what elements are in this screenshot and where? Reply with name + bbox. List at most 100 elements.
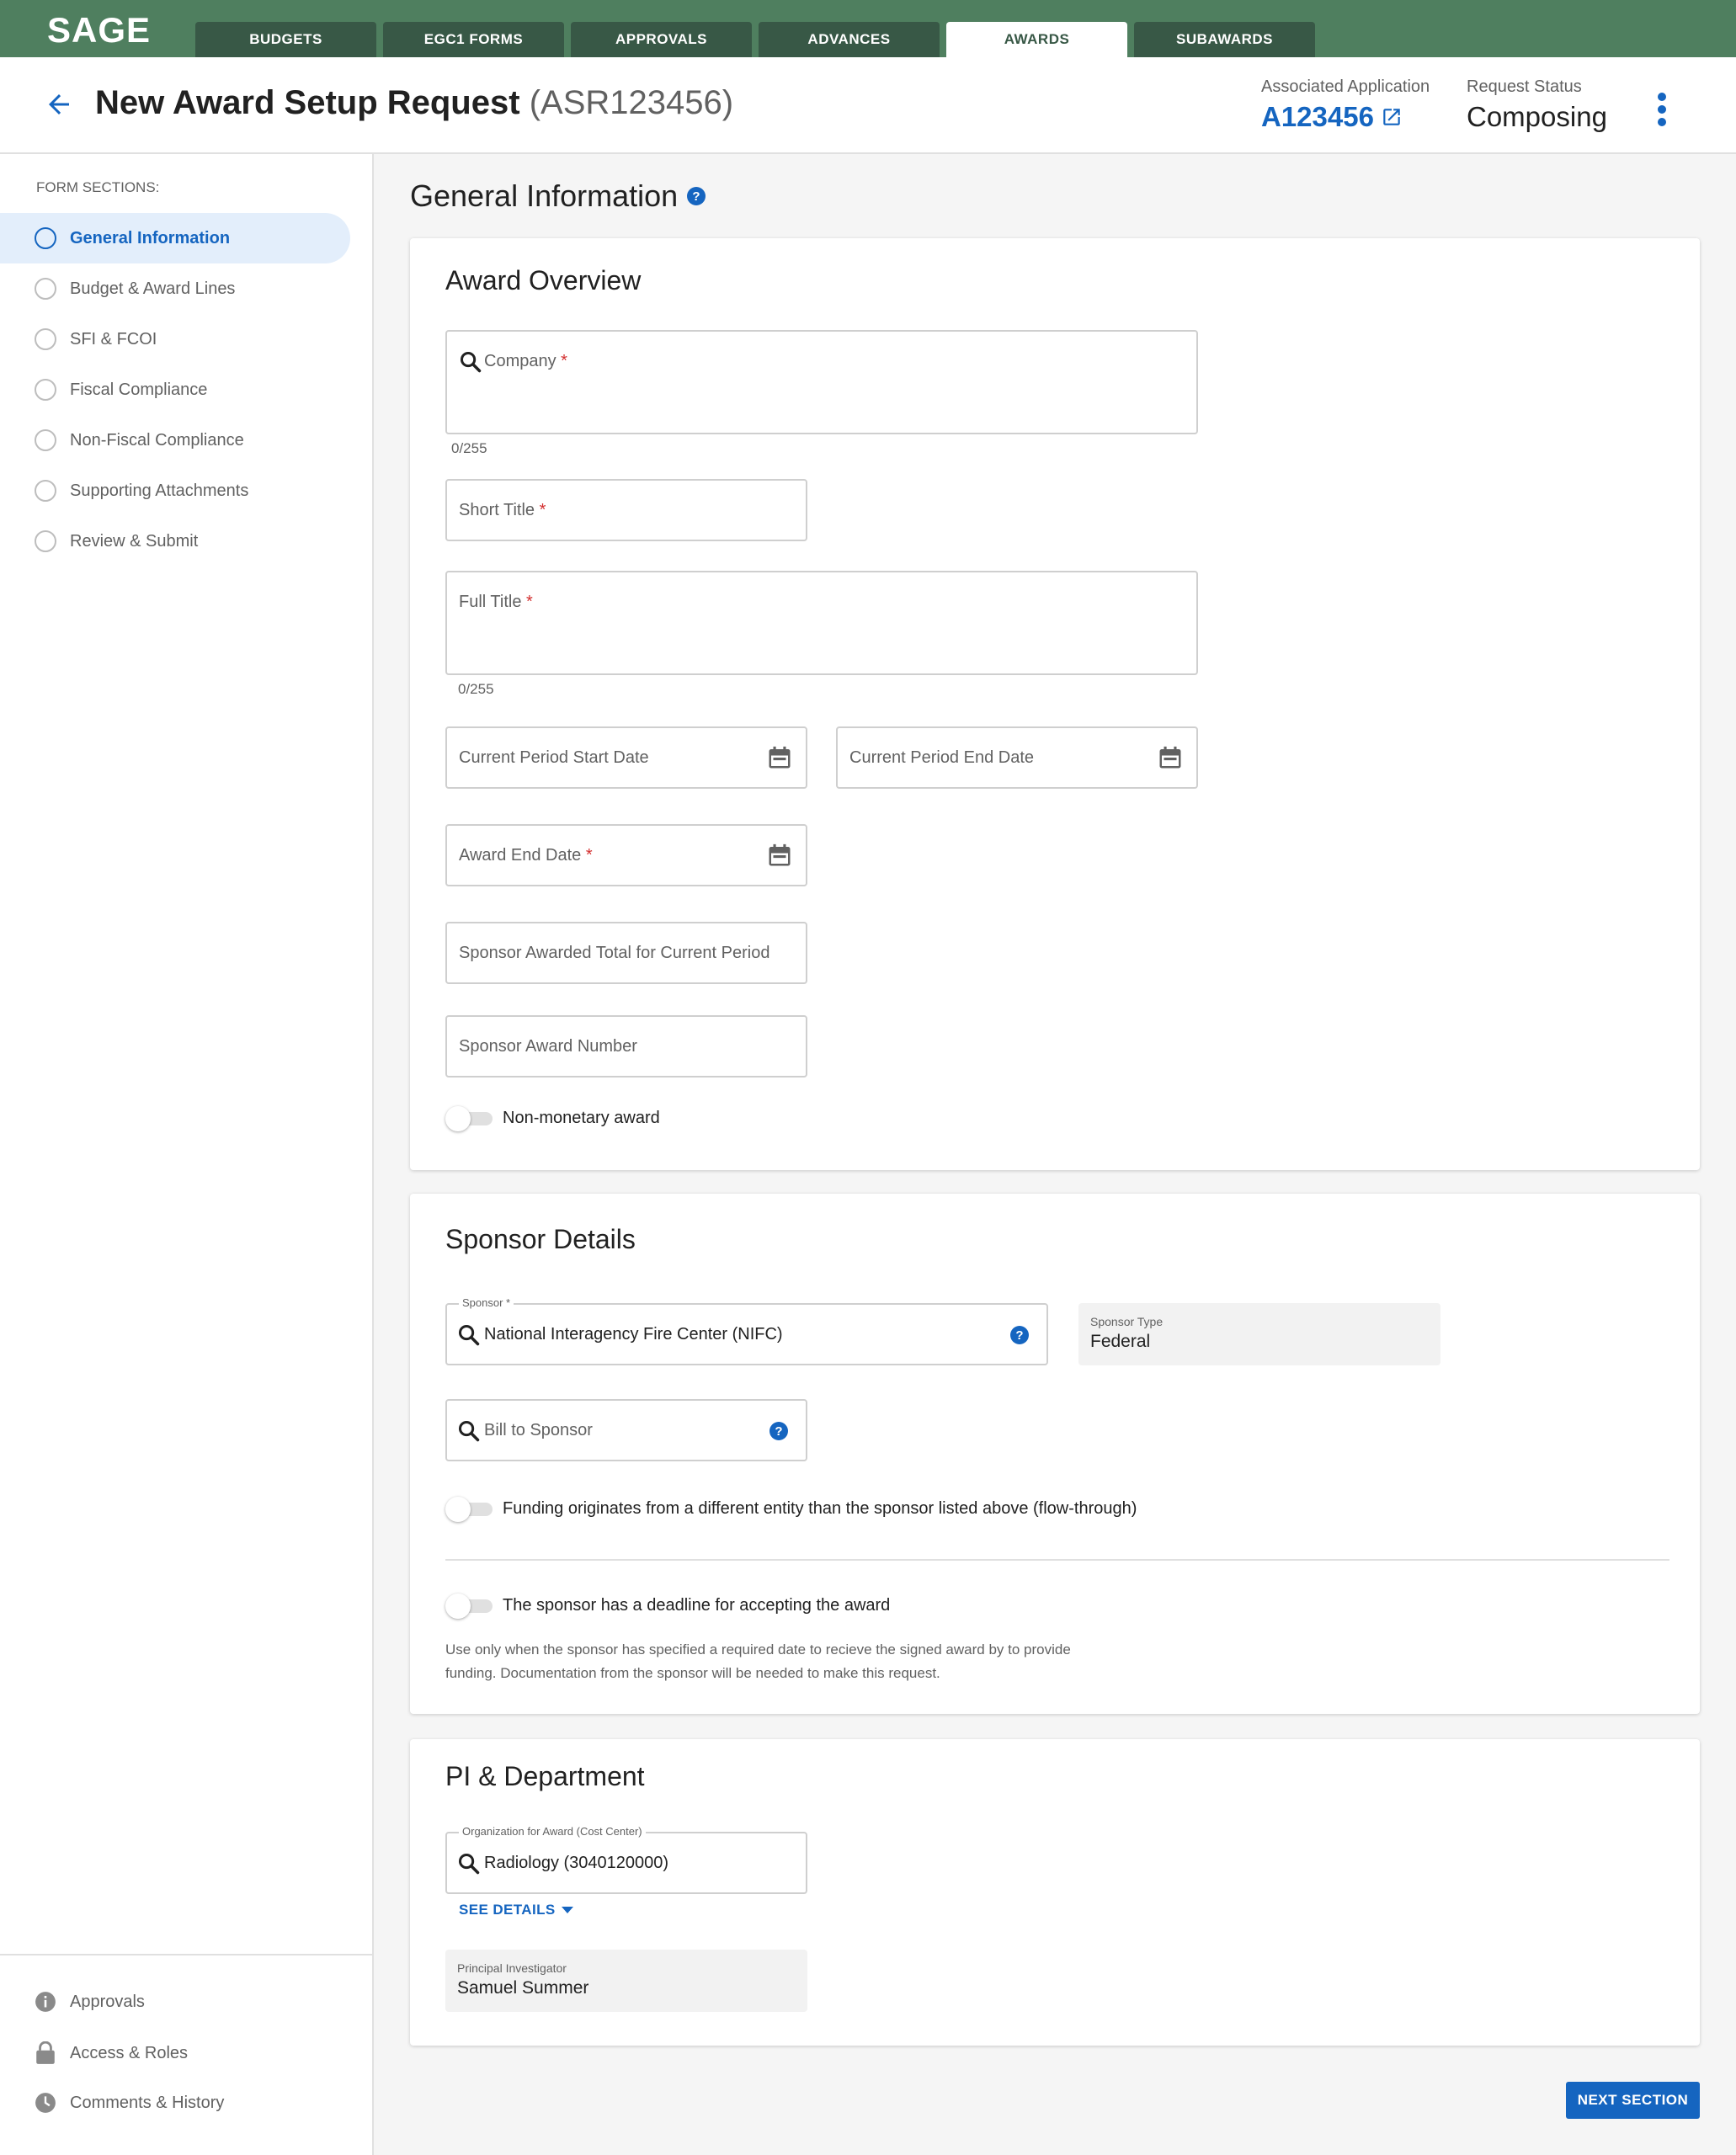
tab-budgets[interactable]: BUDGETS bbox=[195, 22, 376, 57]
award-end-date-input[interactable]: Award End Date * bbox=[445, 824, 807, 886]
search-icon bbox=[458, 1853, 480, 1875]
organization-input[interactable]: Organization for Award (Cost Center) Rad… bbox=[445, 1825, 807, 1894]
associated-application-value[interactable]: A123456 bbox=[1261, 101, 1374, 133]
required-asterisk: * bbox=[539, 501, 546, 519]
section-title-text: General Information bbox=[410, 178, 679, 213]
sponsor-award-number-input[interactable]: Sponsor Award Number bbox=[445, 1015, 807, 1078]
radio-icon bbox=[35, 480, 56, 502]
short-title-input[interactable]: Short Title * bbox=[445, 479, 807, 541]
request-status-label: Request Status bbox=[1467, 77, 1582, 96]
sidebar-approvals-link[interactable]: Approvals bbox=[35, 1991, 145, 2013]
svg-text:?: ? bbox=[775, 1424, 782, 1439]
full-title-char-counter: 0/255 bbox=[458, 681, 494, 697]
company-input[interactable]: Company * bbox=[445, 330, 1198, 434]
see-details-button[interactable]: SEE DETAILS bbox=[459, 1902, 574, 1918]
help-icon[interactable]: ? bbox=[769, 1421, 789, 1441]
sidebar: FORM SECTIONS: General Information Budge… bbox=[0, 154, 374, 2155]
more-options-icon[interactable] bbox=[1652, 91, 1672, 128]
organization-floating-label: Organization for Award (Cost Center) bbox=[459, 1825, 646, 1838]
tab-awards[interactable]: AWARDS bbox=[946, 22, 1127, 57]
sponsor-input[interactable]: Sponsor * National Interagency Fire Cent… bbox=[445, 1296, 1048, 1365]
bill-to-sponsor-label: Bill to Sponsor bbox=[484, 1421, 593, 1439]
radio-icon bbox=[35, 429, 56, 451]
sidebar-item-label: Review & Submit bbox=[70, 531, 199, 551]
flow-through-label: Funding originates from a different enti… bbox=[503, 1498, 1137, 1518]
sidebar-comments-history-link[interactable]: Comments & History bbox=[35, 2092, 224, 2114]
tab-subawards[interactable]: SUBAWARDS bbox=[1134, 22, 1315, 57]
radio-icon bbox=[35, 278, 56, 300]
sponsor-type-value: Federal bbox=[1090, 1332, 1151, 1351]
sidebar-item-budget-award-lines[interactable]: Budget & Award Lines bbox=[0, 263, 350, 314]
request-id: (ASR123456) bbox=[529, 84, 734, 121]
non-monetary-toggle-row: Non-monetary award bbox=[445, 1104, 660, 1131]
sidebar-item-sfi-fcoi[interactable]: SFI & FCOI bbox=[0, 314, 350, 364]
bill-to-sponsor-input[interactable]: Bill to Sponsor ? bbox=[445, 1399, 807, 1461]
search-icon bbox=[460, 351, 482, 373]
sidebar-item-label: Budget & Award Lines bbox=[70, 279, 236, 298]
sidebar-item-supporting-attachments[interactable]: Supporting Attachments bbox=[0, 466, 350, 516]
sidebar-item-label: Fiscal Compliance bbox=[70, 380, 208, 399]
calendar-icon[interactable] bbox=[767, 843, 792, 868]
full-title-label: Full Title * bbox=[459, 593, 533, 612]
sponsor-award-number-label: Sponsor Award Number bbox=[459, 1037, 637, 1056]
tab-advances[interactable]: ADVANCES bbox=[759, 22, 940, 57]
lock-icon bbox=[36, 2041, 55, 2064]
flow-through-toggle[interactable] bbox=[445, 1495, 494, 1522]
back-arrow-icon[interactable] bbox=[44, 89, 74, 120]
sidebar-comments-history-label: Comments & History bbox=[70, 2093, 225, 2112]
current-period-end-date-input[interactable]: Current Period End Date bbox=[836, 726, 1198, 789]
start-date-label: Current Period Start Date bbox=[459, 748, 649, 767]
sidebar-item-non-fiscal-compliance[interactable]: Non-Fiscal Compliance bbox=[0, 415, 350, 466]
radio-icon bbox=[35, 530, 56, 552]
pi-department-card: PI & Department Organization for Award (… bbox=[410, 1739, 1700, 2046]
sponsor-floating-label: Sponsor * bbox=[459, 1296, 514, 1309]
organization-value: Radiology (3040120000) bbox=[484, 1854, 669, 1872]
tab-egc1-forms[interactable]: EGC1 FORMS bbox=[383, 22, 564, 57]
tab-approvals[interactable]: APPROVALS bbox=[571, 22, 752, 57]
sponsor-awarded-total-input[interactable]: Sponsor Awarded Total for Current Period bbox=[445, 922, 807, 984]
request-status-value: Composing bbox=[1467, 101, 1607, 132]
next-section-button[interactable]: NEXT SECTION bbox=[1566, 2082, 1700, 2119]
help-icon[interactable]: ? bbox=[1009, 1325, 1030, 1345]
associated-application-link[interactable]: A123456 bbox=[1261, 101, 1403, 133]
flow-through-toggle-row: Funding originates from a different enti… bbox=[445, 1495, 1137, 1522]
sidebar-access-roles-link[interactable]: Access & Roles bbox=[35, 2041, 188, 2065]
sidebar-item-general-information[interactable]: General Information bbox=[0, 213, 350, 263]
award-end-date-label-text: Award End Date bbox=[459, 846, 582, 865]
principal-investigator-label: Principal Investigator bbox=[457, 1961, 567, 1975]
sidebar-approvals-label: Approvals bbox=[70, 1992, 145, 2011]
non-monetary-toggle[interactable] bbox=[445, 1104, 494, 1131]
calendar-icon[interactable] bbox=[1158, 745, 1183, 770]
sidebar-item-review-submit[interactable]: Review & Submit bbox=[0, 516, 350, 567]
sponsor-awarded-total-label: Sponsor Awarded Total for Current Period bbox=[459, 944, 770, 962]
short-title-label-text: Short Title bbox=[459, 501, 535, 519]
required-asterisk: * bbox=[585, 846, 593, 865]
award-overview-title: Award Overview bbox=[445, 265, 642, 295]
radio-icon bbox=[35, 379, 56, 401]
sidebar-item-label: Non-Fiscal Compliance bbox=[70, 430, 244, 450]
sponsor-details-card: Sponsor Details Sponsor * National Inter… bbox=[410, 1194, 1700, 1714]
full-title-input[interactable]: Full Title * bbox=[445, 571, 1198, 675]
calendar-icon[interactable] bbox=[767, 745, 792, 770]
page-title: New Award Setup Request (ASR123456) bbox=[95, 84, 733, 122]
current-period-start-date-input[interactable]: Current Period Start Date bbox=[445, 726, 807, 789]
search-icon bbox=[458, 1324, 480, 1346]
company-label: Company * bbox=[484, 352, 567, 371]
clock-icon bbox=[35, 2093, 56, 2113]
svg-text:?: ? bbox=[693, 189, 700, 204]
principal-investigator-value: Samuel Summer bbox=[457, 1978, 589, 1998]
deadline-help-text: Use only when the sponsor has specified … bbox=[445, 1642, 1071, 1681]
caret-down-icon bbox=[561, 1907, 573, 1913]
app-logo[interactable]: SAGE bbox=[47, 10, 151, 51]
deadline-toggle-row: The sponsor has a deadline for accepting… bbox=[445, 1592, 890, 1619]
deadline-toggle[interactable] bbox=[445, 1592, 494, 1619]
company-char-counter: 0/255 bbox=[451, 440, 487, 456]
external-link-icon bbox=[1383, 109, 1400, 125]
help-icon[interactable]: ? bbox=[686, 186, 706, 206]
search-icon bbox=[458, 1420, 480, 1442]
sponsor-value: National Interagency Fire Center (NIFC) bbox=[484, 1325, 783, 1344]
nav-tabs: BUDGETS EGC1 FORMS APPROVALS ADVANCES AW… bbox=[195, 22, 1322, 57]
required-asterisk: * bbox=[561, 352, 567, 370]
principal-investigator-readonly: Principal Investigator Samuel Summer bbox=[445, 1950, 807, 2012]
sidebar-item-fiscal-compliance[interactable]: Fiscal Compliance bbox=[0, 364, 350, 415]
